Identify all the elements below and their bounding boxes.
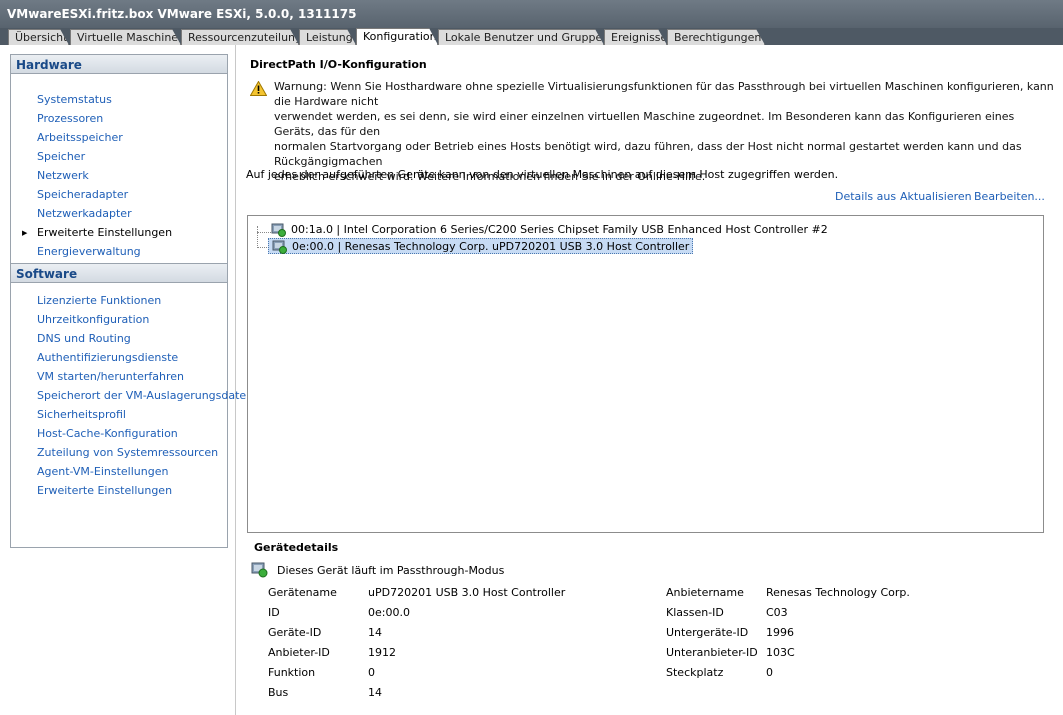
details-title: Gerätedetails bbox=[254, 541, 339, 554]
detail-label: Gerätename bbox=[268, 586, 337, 599]
passthrough-device-icon bbox=[251, 562, 268, 578]
detail-value: 14 bbox=[368, 626, 382, 639]
nav-systemressourcen[interactable]: Zuteilung von Systemressourcen bbox=[37, 446, 218, 459]
tab-virtuelle-maschinen[interactable]: Virtuelle Maschinen bbox=[70, 29, 181, 45]
detail-value: 1912 bbox=[368, 646, 396, 659]
main-area: Hardware Systemstatus Prozessoren Arbeit… bbox=[0, 45, 1063, 715]
device-label: 0e:00.0 | Renesas Technology Corp. uPD72… bbox=[292, 240, 690, 253]
nav-systemstatus[interactable]: Systemstatus bbox=[37, 93, 112, 106]
software-header: Software bbox=[11, 264, 227, 283]
warning-icon bbox=[250, 81, 267, 96]
nav-arbeitsspeicher[interactable]: Arbeitsspeicher bbox=[37, 131, 123, 144]
warning-line: normalen Startvorgang oder Betrieb eines… bbox=[274, 140, 1022, 168]
nav-host-cache[interactable]: Host-Cache-Konfiguration bbox=[37, 427, 178, 440]
tab-uebersicht[interactable]: Übersicht bbox=[8, 29, 69, 45]
tab-berechtigungen[interactable]: Berechtigungen bbox=[667, 29, 765, 45]
detail-label: Steckplatz bbox=[666, 666, 724, 679]
nav-energieverwaltung[interactable]: Energieverwaltung bbox=[37, 245, 141, 258]
detail-label: Unteranbieter-ID bbox=[666, 646, 758, 659]
info-text: Auf jedes der aufgeführten Geräte kann v… bbox=[246, 168, 839, 181]
detail-value: uPD720201 USB 3.0 Host Controller bbox=[368, 586, 566, 599]
detail-label: Untergeräte-ID bbox=[666, 626, 749, 639]
tab-lokale-benutzer[interactable]: Lokale Benutzer und Gruppen bbox=[438, 29, 604, 45]
nav-sicherheitsprofil[interactable]: Sicherheitsprofil bbox=[37, 408, 126, 421]
device-row[interactable]: 00:1a.0 | Intel Corporation 6 Series/C20… bbox=[268, 222, 831, 238]
pci-device-icon bbox=[272, 240, 287, 254]
detail-value: Renesas Technology Corp. bbox=[766, 586, 910, 599]
software-panel: Software Lizenzierte Funktionen Uhrzeitk… bbox=[10, 263, 249, 548]
nav-uhrzeitkonfiguration[interactable]: Uhrzeitkonfiguration bbox=[37, 313, 149, 326]
detail-value: C03 bbox=[766, 606, 788, 619]
nav-netzwerkadapter[interactable]: Netzwerkadapter bbox=[37, 207, 132, 220]
hardware-header: Hardware bbox=[11, 55, 227, 74]
tree-connector bbox=[257, 226, 258, 248]
detail-label: Bus bbox=[268, 686, 289, 699]
detail-label: Anbieter-ID bbox=[268, 646, 330, 659]
device-row-selected[interactable]: 0e:00.0 | Renesas Technology Corp. uPD72… bbox=[268, 238, 694, 254]
details-off-link[interactable]: Details aus bbox=[835, 190, 896, 203]
detail-value: 14 bbox=[368, 686, 382, 699]
nav-erweiterte-einstellungen-hw[interactable]: Erweiterte Einstellungen bbox=[37, 226, 172, 239]
tab-ereignisse[interactable]: Ereignisse bbox=[604, 29, 667, 45]
detail-value: 0 bbox=[368, 666, 375, 679]
detail-label: Klassen-ID bbox=[666, 606, 724, 619]
tab-leistung[interactable]: Leistung bbox=[299, 29, 356, 45]
left-navigation: Hardware Systemstatus Prozessoren Arbeit… bbox=[0, 45, 249, 715]
tab-konfiguration[interactable]: Konfiguration bbox=[356, 28, 438, 45]
detail-value: 0e:00.0 bbox=[368, 606, 410, 619]
current-arrow-icon: ▶ bbox=[22, 229, 28, 237]
nav-netzwerk[interactable]: Netzwerk bbox=[37, 169, 89, 182]
refresh-link[interactable]: Aktualisieren bbox=[900, 190, 972, 203]
detail-value: 1996 bbox=[766, 626, 794, 639]
nav-erweiterte-einstellungen-sw[interactable]: Erweiterte Einstellungen bbox=[37, 484, 172, 497]
tab-ressourcenzuteilung[interactable]: Ressourcenzuteilung bbox=[181, 29, 299, 45]
warning-line: verwendet werden, es sei denn, sie wird … bbox=[274, 110, 1015, 138]
device-label: 00:1a.0 | Intel Corporation 6 Series/C20… bbox=[291, 223, 828, 236]
detail-label: Anbietername bbox=[666, 586, 744, 599]
content-pane: DirectPath I/O-Konfiguration Warnung: We… bbox=[236, 45, 1063, 715]
edit-link[interactable]: Bearbeiten... bbox=[974, 190, 1045, 203]
nav-vm-auslagerungsdatei[interactable]: Speicherort der VM-Auslagerungsdatei bbox=[37, 389, 249, 402]
detail-value: 103C bbox=[766, 646, 795, 659]
detail-label: Geräte-ID bbox=[268, 626, 322, 639]
nav-authentifizierungsdienste[interactable]: Authentifizierungsdienste bbox=[37, 351, 178, 364]
nav-speicheradapter[interactable]: Speicheradapter bbox=[37, 188, 128, 201]
nav-dns-routing[interactable]: DNS und Routing bbox=[37, 332, 131, 345]
tab-bar: Übersicht Virtuelle Maschinen Ressourcen… bbox=[0, 28, 1063, 45]
detail-label: ID bbox=[268, 606, 280, 619]
detail-label: Funktion bbox=[268, 666, 316, 679]
warning-line: Warnung: Wenn Sie Hosthardware ohne spez… bbox=[274, 80, 1054, 108]
pci-device-icon bbox=[271, 223, 286, 237]
nav-speicher[interactable]: Speicher bbox=[37, 150, 85, 163]
detail-value: 0 bbox=[766, 666, 773, 679]
page-title: DirectPath I/O-Konfiguration bbox=[250, 58, 427, 71]
nav-vm-starten[interactable]: VM starten/herunterfahren bbox=[37, 370, 184, 383]
nav-prozessoren[interactable]: Prozessoren bbox=[37, 112, 103, 125]
nav-lizenzierte-funktionen[interactable]: Lizenzierte Funktionen bbox=[37, 294, 161, 307]
device-list[interactable]: 00:1a.0 | Intel Corporation 6 Series/C20… bbox=[247, 215, 1044, 533]
nav-agent-vm[interactable]: Agent-VM-Einstellungen bbox=[37, 465, 168, 478]
window-title: VMwareESXi.fritz.box VMware ESXi, 5.0.0,… bbox=[0, 0, 1063, 28]
details-status: Dieses Gerät läuft im Passthrough-Modus bbox=[277, 564, 505, 577]
